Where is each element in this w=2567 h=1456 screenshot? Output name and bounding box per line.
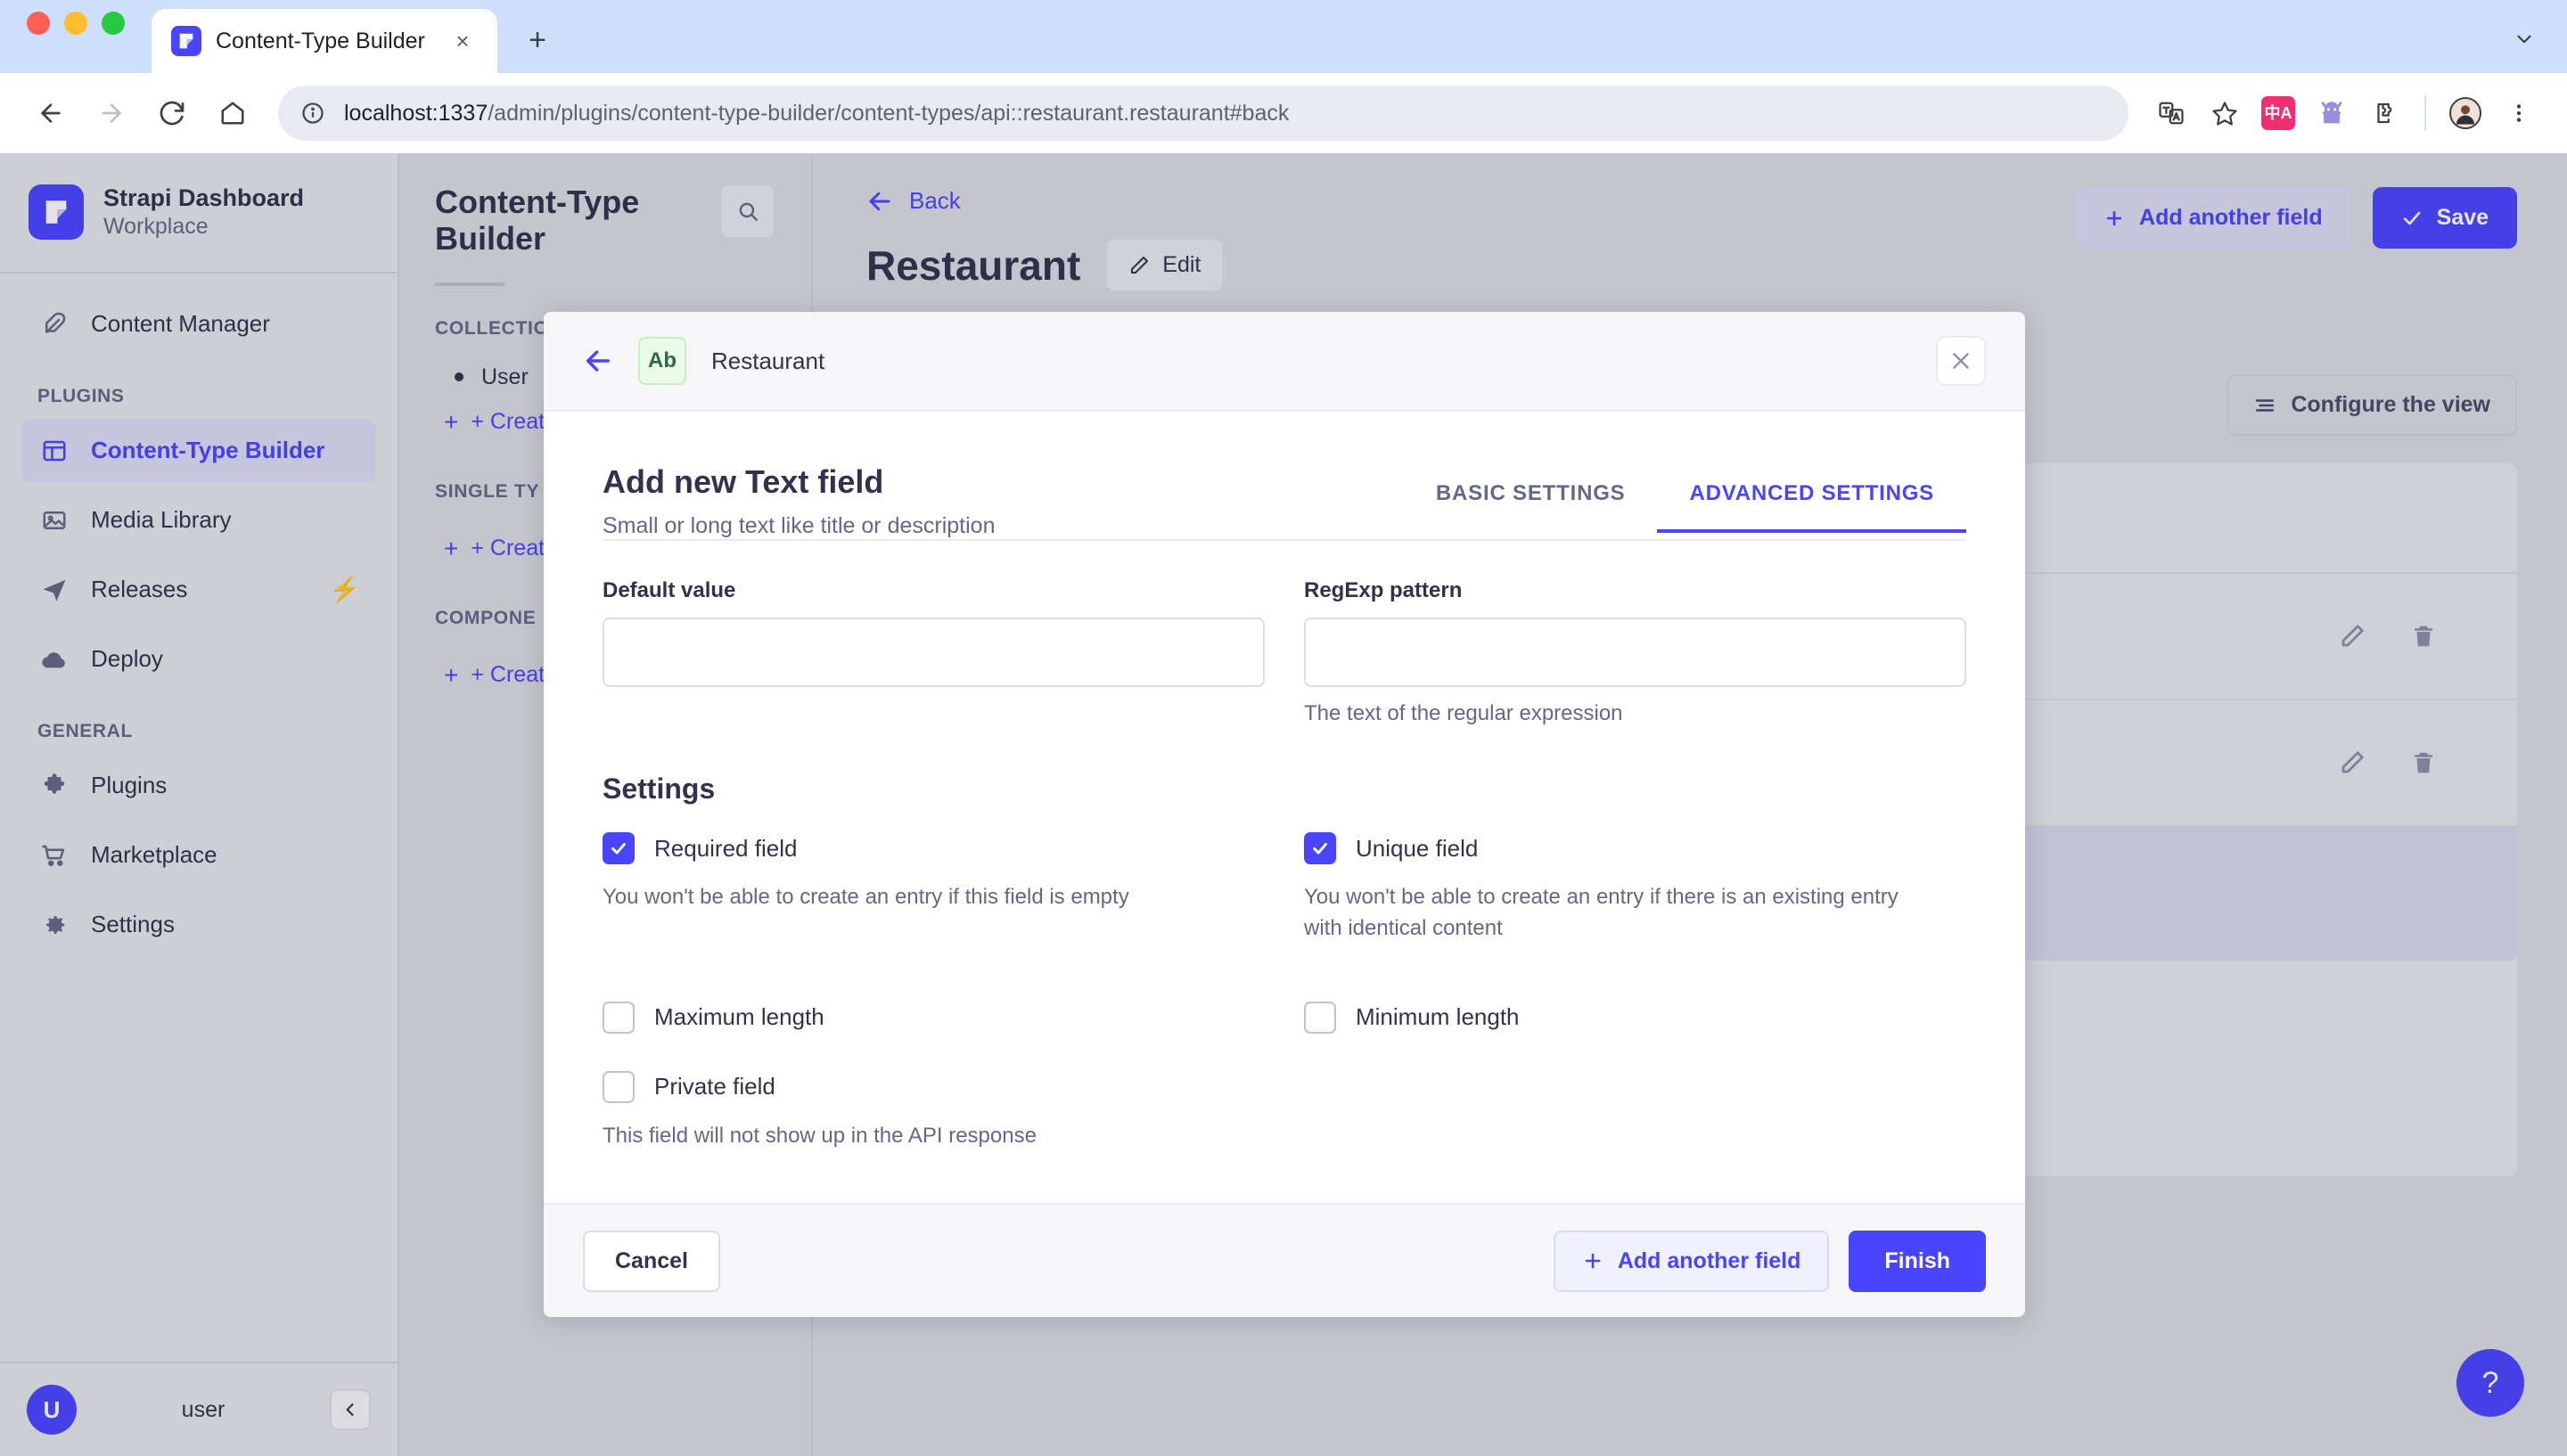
home-icon[interactable] <box>205 86 260 141</box>
modal-header: Ab Restaurant <box>544 312 2025 412</box>
close-icon[interactable] <box>1936 336 1986 386</box>
modal-title-block: Add new Text field Small or long text li… <box>603 463 1966 539</box>
unique-field-checkbox-row[interactable]: Unique field <box>1304 832 1966 864</box>
maximum-length-checkbox-row[interactable]: Maximum length <box>603 1002 1265 1034</box>
minimum-length-group: Minimum length <box>1304 1002 1966 1034</box>
maximum-length-label: Maximum length <box>654 1003 824 1031</box>
add-field-modal: Ab Restaurant Add new Text field Small o… <box>544 312 2025 1317</box>
translate-icon[interactable] <box>2146 88 2196 138</box>
default-value-group: Default value <box>603 578 1265 726</box>
three-dot-menu-icon[interactable] <box>2494 88 2544 138</box>
chevron-down-icon[interactable] <box>2505 20 2544 59</box>
profile-avatar-icon[interactable] <box>2440 88 2490 138</box>
finish-button[interactable]: Finish <box>1849 1231 1986 1292</box>
modal-add-another-field-label: Add another field <box>1618 1248 1801 1274</box>
minimum-length-checkbox[interactable] <box>1304 1002 1336 1034</box>
regexp-pattern-group: RegExp pattern The text of the regular e… <box>1304 578 1966 726</box>
private-field-checkbox-row[interactable]: Private field <box>603 1071 1265 1103</box>
default-value-input[interactable] <box>603 618 1265 687</box>
arrow-left-icon[interactable] <box>583 346 613 376</box>
site-info-icon[interactable] <box>298 98 328 128</box>
back-icon[interactable] <box>23 86 78 141</box>
unique-field-group: Unique field You won't be able to create… <box>1304 832 1966 945</box>
browser-window: Content-Type Builder × + localhost:1337/… <box>0 0 2567 1456</box>
settings-checkboxes: Required field You won't be able to crea… <box>603 832 1966 1151</box>
private-field-label: Private field <box>654 1073 775 1100</box>
tab-advanced-settings[interactable]: ADVANCED SETTINGS <box>1657 470 1966 533</box>
toolbar-divider <box>2424 95 2426 131</box>
minimum-length-checkbox-row[interactable]: Minimum length <box>1304 1002 1966 1034</box>
modal-content-type-name: Restaurant <box>711 348 824 375</box>
modal-tabs: BASIC SETTINGS ADVANCED SETTINGS <box>1404 470 1966 533</box>
private-field-checkbox[interactable] <box>603 1071 635 1103</box>
modal-add-another-field-button[interactable]: Add another field <box>1554 1231 1830 1292</box>
default-value-label: Default value <box>603 578 1265 603</box>
modal-heading: Add new Text field <box>603 463 995 501</box>
maximum-length-checkbox[interactable] <box>603 1002 635 1034</box>
maximum-length-group: Maximum length <box>603 1002 1265 1034</box>
window-traffic-lights <box>27 0 125 73</box>
cancel-button[interactable]: Cancel <box>583 1231 720 1292</box>
close-icon[interactable]: × <box>447 26 478 56</box>
spacer <box>1304 1034 1966 1071</box>
required-field-label: Required field <box>654 835 797 863</box>
required-field-checkbox[interactable] <box>603 832 635 864</box>
browser-tab[interactable]: Content-Type Builder × <box>152 9 497 73</box>
tab-basic-settings[interactable]: BASIC SETTINGS <box>1404 470 1658 533</box>
octocat-extension-icon[interactable] <box>2307 88 2357 138</box>
spacer <box>603 945 1265 1002</box>
translate-extension-icon[interactable]: 中A <box>2253 88 2303 138</box>
strapi-logo-icon <box>171 26 201 56</box>
reload-icon[interactable] <box>144 86 200 141</box>
field-type-chip: Ab <box>638 337 686 385</box>
browser-tabstrip: Content-Type Builder × + <box>0 0 2567 73</box>
private-field-group: Private field This field will not show u… <box>603 1071 1265 1152</box>
regexp-pattern-hint: The text of the regular expression <box>1304 701 1966 726</box>
close-window-button[interactable] <box>27 12 50 35</box>
browser-tab-title: Content-Type Builder <box>216 29 433 54</box>
address-bar[interactable]: localhost:1337/admin/plugins/content-typ… <box>278 86 2128 141</box>
required-field-hint: You won't be able to create an entry if … <box>603 882 1209 913</box>
regexp-pattern-input[interactable] <box>1304 618 1966 687</box>
minimum-length-label: Minimum length <box>1356 1003 1520 1031</box>
required-field-group: Required field You won't be able to crea… <box>603 832 1265 945</box>
modal-heading-group: Add new Text field Small or long text li… <box>603 463 995 539</box>
modal-footer-actions: Add another field Finish <box>1554 1231 1986 1292</box>
strapi-admin-app: Strapi Dashboard Workplace Content Manag… <box>0 153 2567 1456</box>
unique-field-checkbox[interactable] <box>1304 832 1336 864</box>
url-text: localhost:1337/admin/plugins/content-typ… <box>344 101 1289 127</box>
toolbar-icons: 中A <box>2146 88 2544 138</box>
settings-heading: Settings <box>603 773 1966 806</box>
forward-icon[interactable] <box>84 86 139 141</box>
advanced-settings-form: Default value RegExp pattern The text of… <box>603 578 1966 726</box>
url-host: localhost:1337 <box>344 101 488 126</box>
spacer <box>603 1034 1265 1071</box>
browser-toolbar: localhost:1337/admin/plugins/content-typ… <box>0 73 2567 153</box>
required-field-checkbox-row[interactable]: Required field <box>603 832 1265 864</box>
private-field-hint: This field will not show up in the API r… <box>603 1121 1209 1152</box>
modal-body: Add new Text field Small or long text li… <box>544 412 2025 1203</box>
modal-subheading: Small or long text like title or descrip… <box>603 513 995 539</box>
extensions-puzzle-icon[interactable] <box>2360 88 2410 138</box>
new-tab-button[interactable]: + <box>517 20 558 61</box>
unique-field-hint: You won't be able to create an entry if … <box>1304 882 1910 945</box>
regexp-pattern-label: RegExp pattern <box>1304 578 1966 603</box>
spacer <box>1304 945 1966 1002</box>
modal-divider <box>603 539 1966 541</box>
unique-field-label: Unique field <box>1356 835 1478 863</box>
modal-footer: Cancel Add another field Finish <box>544 1203 2025 1317</box>
bookmark-star-icon[interactable] <box>2200 88 2250 138</box>
minimize-window-button[interactable] <box>64 12 87 35</box>
spacer <box>1304 1071 1966 1152</box>
maximize-window-button[interactable] <box>102 12 125 35</box>
url-path: /admin/plugins/content-type-builder/cont… <box>488 101 1289 126</box>
